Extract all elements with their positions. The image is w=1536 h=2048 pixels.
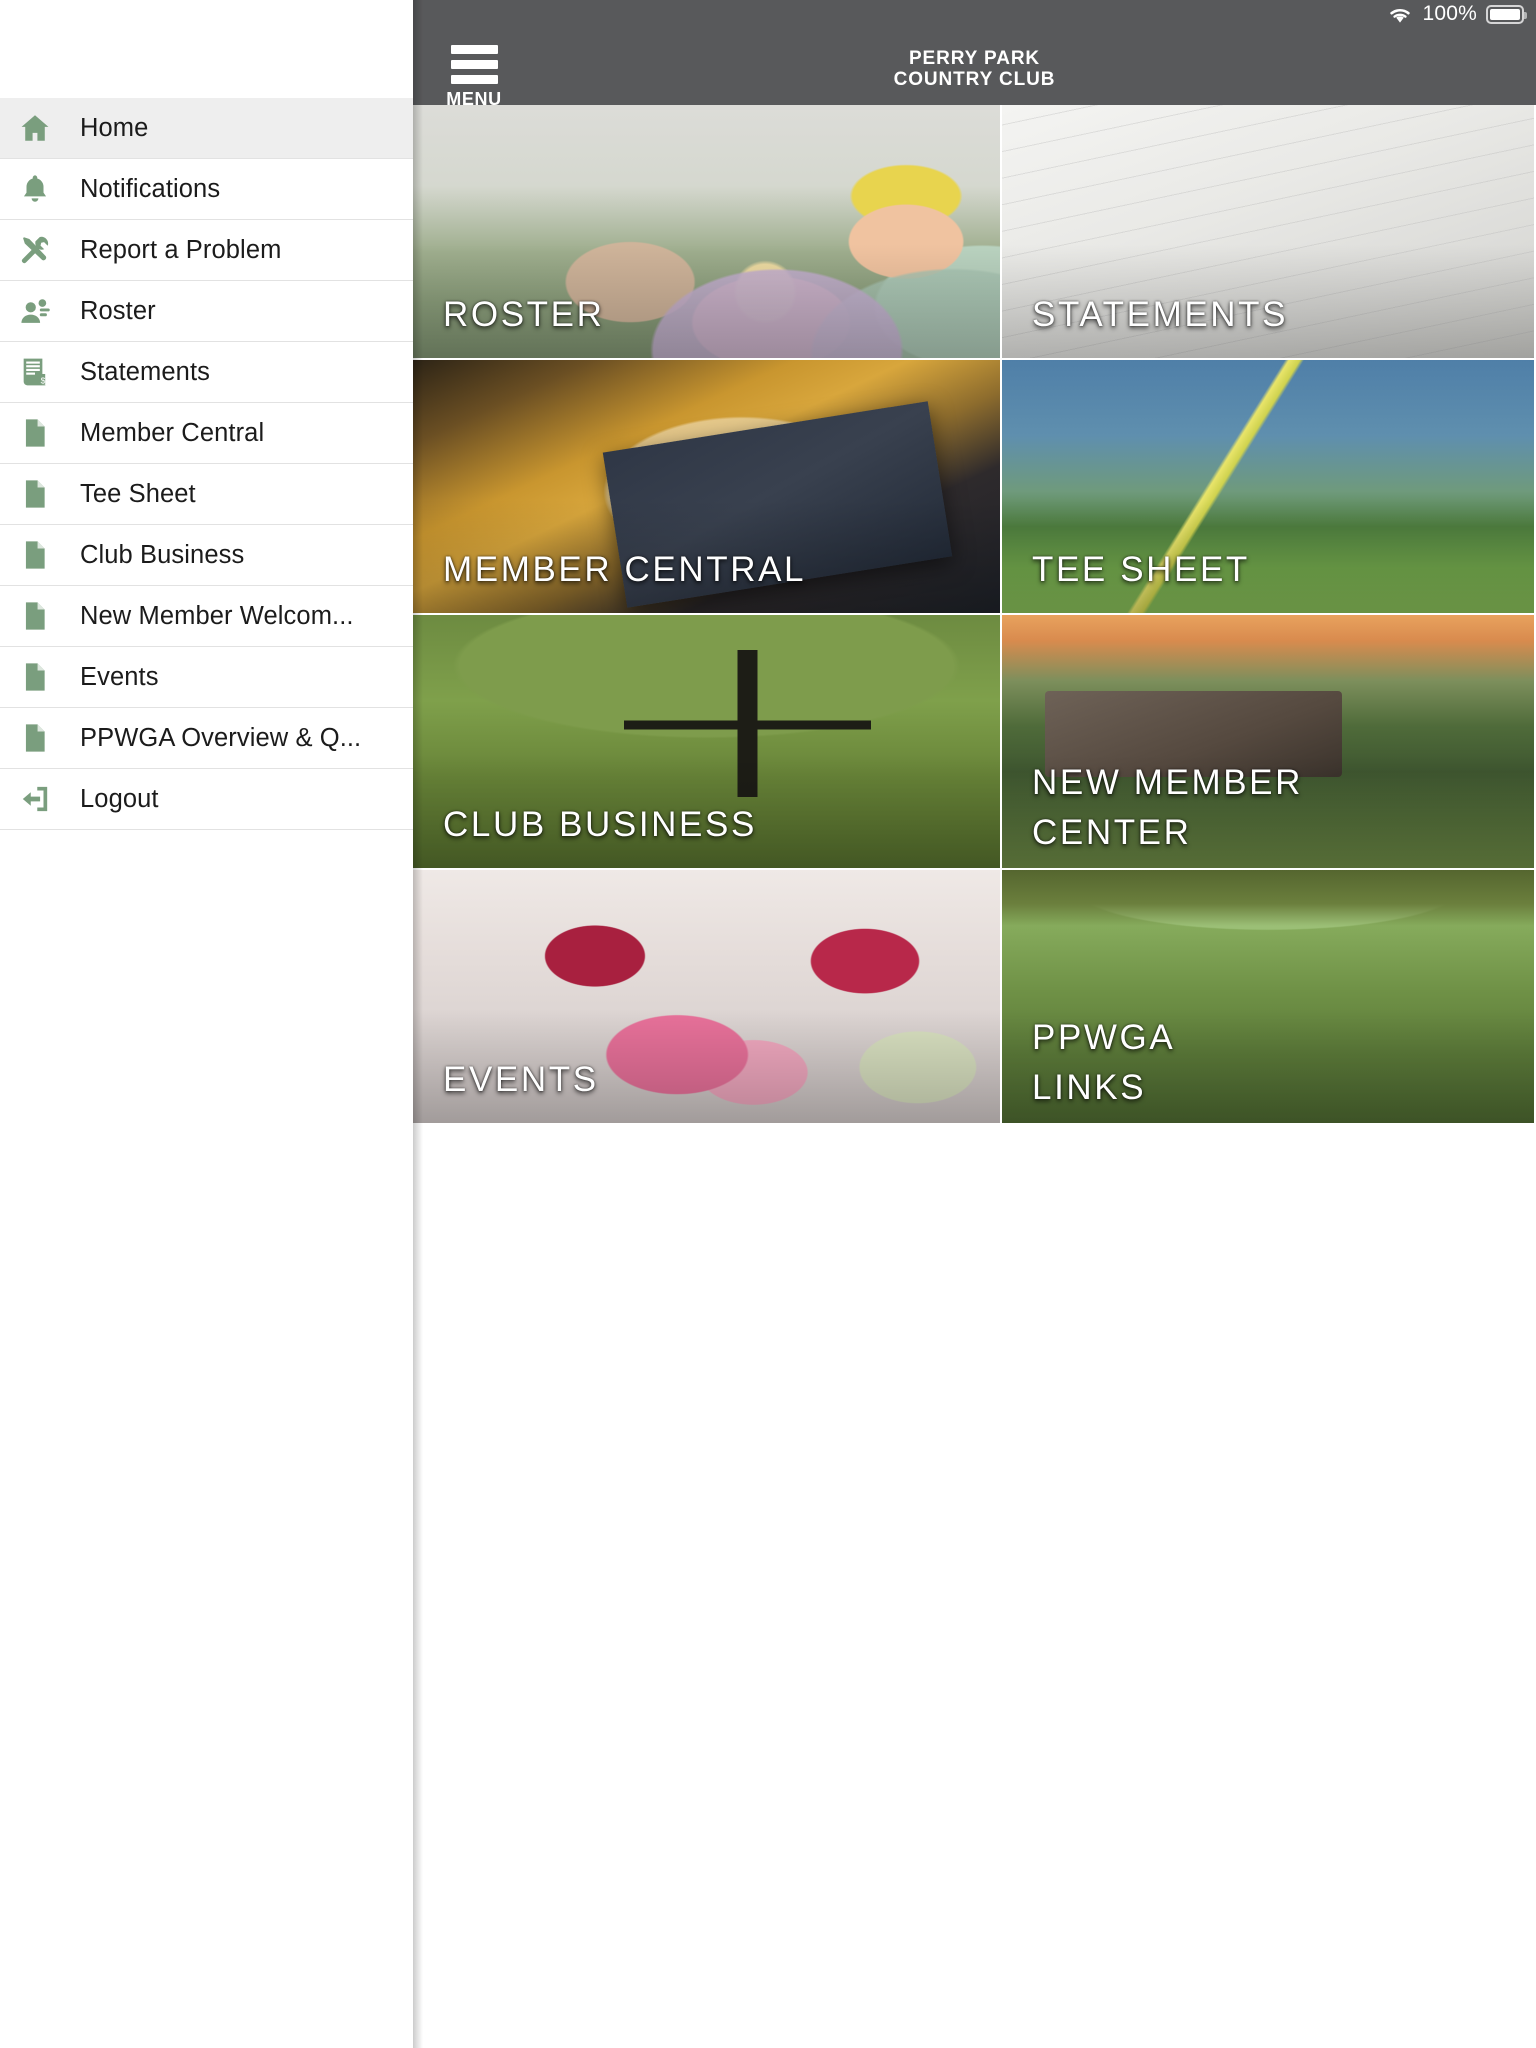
status-bar: 100% <box>413 0 1536 28</box>
sidebar-item-label: Member Central <box>80 418 265 447</box>
home-icon <box>13 108 57 148</box>
wifi-icon <box>1387 5 1413 24</box>
sidebar-item-label: New Member Welcom... <box>80 601 354 630</box>
sidebar-item-member-central[interactable]: Member Central <box>0 403 413 464</box>
sidebar-item-new-member-welcom[interactable]: New Member Welcom... <box>0 586 413 647</box>
tools-icon <box>13 230 57 270</box>
club-title-line1: PERRY PARK <box>908 48 1041 69</box>
battery-full-icon <box>1486 4 1527 24</box>
hamburger-bar <box>450 75 498 84</box>
navigation-list: Home Notifications Report a Problem Roster $… <box>0 0 413 830</box>
tile-tee-sheet[interactable]: TEE SHEET <box>1002 360 1536 615</box>
sidebar-item-label: Club Business <box>80 540 245 569</box>
tile-label: EVENTS <box>443 1060 599 1099</box>
sidebar-item-events[interactable]: Events <box>0 647 413 708</box>
sidebar-item-statements[interactable]: $ Statements <box>0 342 413 403</box>
tile-ppwga-links[interactable]: PPWGA LINKS <box>1002 870 1536 1125</box>
sidebar-item-tee-sheet[interactable]: Tee Sheet <box>0 464 413 525</box>
battery-percentage: 100% <box>1422 2 1477 25</box>
tile-label: ROSTER <box>443 295 605 334</box>
tile-statements[interactable]: STATEMENTS <box>1002 105 1536 360</box>
svg-text:$: $ <box>41 375 46 385</box>
tile-label: TEE SHEET <box>1032 550 1250 589</box>
club-title-line2: COUNTRY CLUB <box>893 69 1056 90</box>
sidebar-item-logout[interactable]: Logout <box>0 769 413 830</box>
app-root: 100% MENU PERRY PARK COUNTRY CLUB ROSTER… <box>0 0 1536 2048</box>
sidebar-item-notifications[interactable]: Notifications <box>0 159 413 220</box>
sidebar-item-report-a-problem[interactable]: Report a Problem <box>0 220 413 281</box>
club-title: PERRY PARK COUNTRY CLUB <box>413 48 1536 90</box>
sidebar-item-label: Report a Problem <box>80 235 282 264</box>
sidebar-item-label: Roster <box>80 296 156 325</box>
sidebar-item-label: Statements <box>80 357 210 386</box>
sidebar-item-label: Notifications <box>80 174 221 203</box>
hamburger-menu-button[interactable]: MENU <box>444 45 504 108</box>
document-icon <box>13 657 57 697</box>
tile-roster[interactable]: ROSTER <box>413 105 1002 360</box>
tile-club-business[interactable]: CLUB BUSINESS <box>413 615 1002 870</box>
invoice-icon: $ <box>13 352 57 392</box>
navigation-drawer: Home Notifications Report a Problem Roster $… <box>0 0 413 2048</box>
sidebar-item-roster[interactable]: Roster <box>0 281 413 342</box>
document-icon <box>13 535 57 575</box>
sidebar-item-label: Events <box>80 662 159 691</box>
bell-icon <box>13 169 57 209</box>
document-icon <box>13 474 57 514</box>
tile-label: MEMBER CENTRAL <box>443 550 807 589</box>
sidebar-item-label: Tee Sheet <box>80 479 196 508</box>
document-icon <box>13 596 57 636</box>
sidebar-item-home[interactable]: Home <box>0 98 413 159</box>
tile-label: CLUB BUSINESS <box>443 805 757 844</box>
tile-grid: ROSTER STATEMENTS MEMBER CENTRAL TEE SHEET C… <box>413 105 1536 1125</box>
logout-icon <box>13 779 57 819</box>
document-icon <box>13 718 57 758</box>
hamburger-bar <box>450 60 498 69</box>
tile-label: STATEMENTS <box>1032 295 1289 334</box>
tile-label: PPWGA LINKS <box>1032 1018 1176 1107</box>
hamburger-bar <box>450 45 498 54</box>
people-icon <box>13 291 57 331</box>
sidebar-item-club-business[interactable]: Club Business <box>0 525 413 586</box>
tile-new-member-center[interactable]: NEW MEMBER CENTER <box>1002 615 1536 870</box>
tile-label: NEW MEMBER CENTER <box>1032 763 1303 852</box>
content-empty-area <box>413 1138 1536 2048</box>
tile-member-central[interactable]: MEMBER CENTRAL <box>413 360 1002 615</box>
sidebar-item-label: PPWGA Overview & Q... <box>80 723 362 752</box>
document-icon <box>13 413 57 453</box>
app-bar: MENU PERRY PARK COUNTRY CLUB <box>413 28 1536 108</box>
sidebar-item-ppwga-overview-q[interactable]: PPWGA Overview & Q... <box>0 708 413 769</box>
tile-events[interactable]: EVENTS <box>413 870 1002 1125</box>
sidebar-item-label: Home <box>80 113 149 142</box>
sidebar-item-label: Logout <box>80 784 159 813</box>
